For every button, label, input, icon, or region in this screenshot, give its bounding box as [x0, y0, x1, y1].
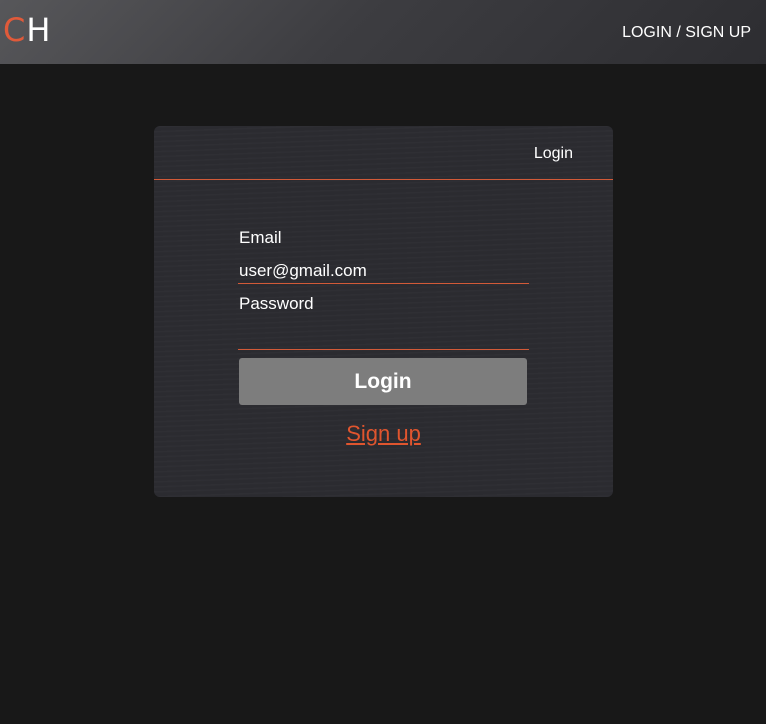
email-field[interactable] [238, 258, 529, 284]
logo-letter-h: H [26, 11, 52, 49]
card-header: Login [154, 126, 613, 180]
logo-letter-c: C [3, 11, 27, 49]
signup-link[interactable]: Sign up [154, 420, 613, 448]
email-label: Email [239, 228, 282, 247]
logo[interactable]: CH [3, 10, 51, 50]
password-field[interactable] [238, 324, 529, 350]
tab-login[interactable]: Login [534, 144, 573, 164]
login-signup-nav-link[interactable]: LOGIN / SIGN UP [622, 22, 751, 44]
navbar: CH LOGIN / SIGN UP [0, 0, 766, 64]
password-label: Password [239, 294, 314, 313]
login-button[interactable]: Login [239, 358, 527, 405]
login-card: Login Email Password Login Sign up [154, 126, 613, 497]
